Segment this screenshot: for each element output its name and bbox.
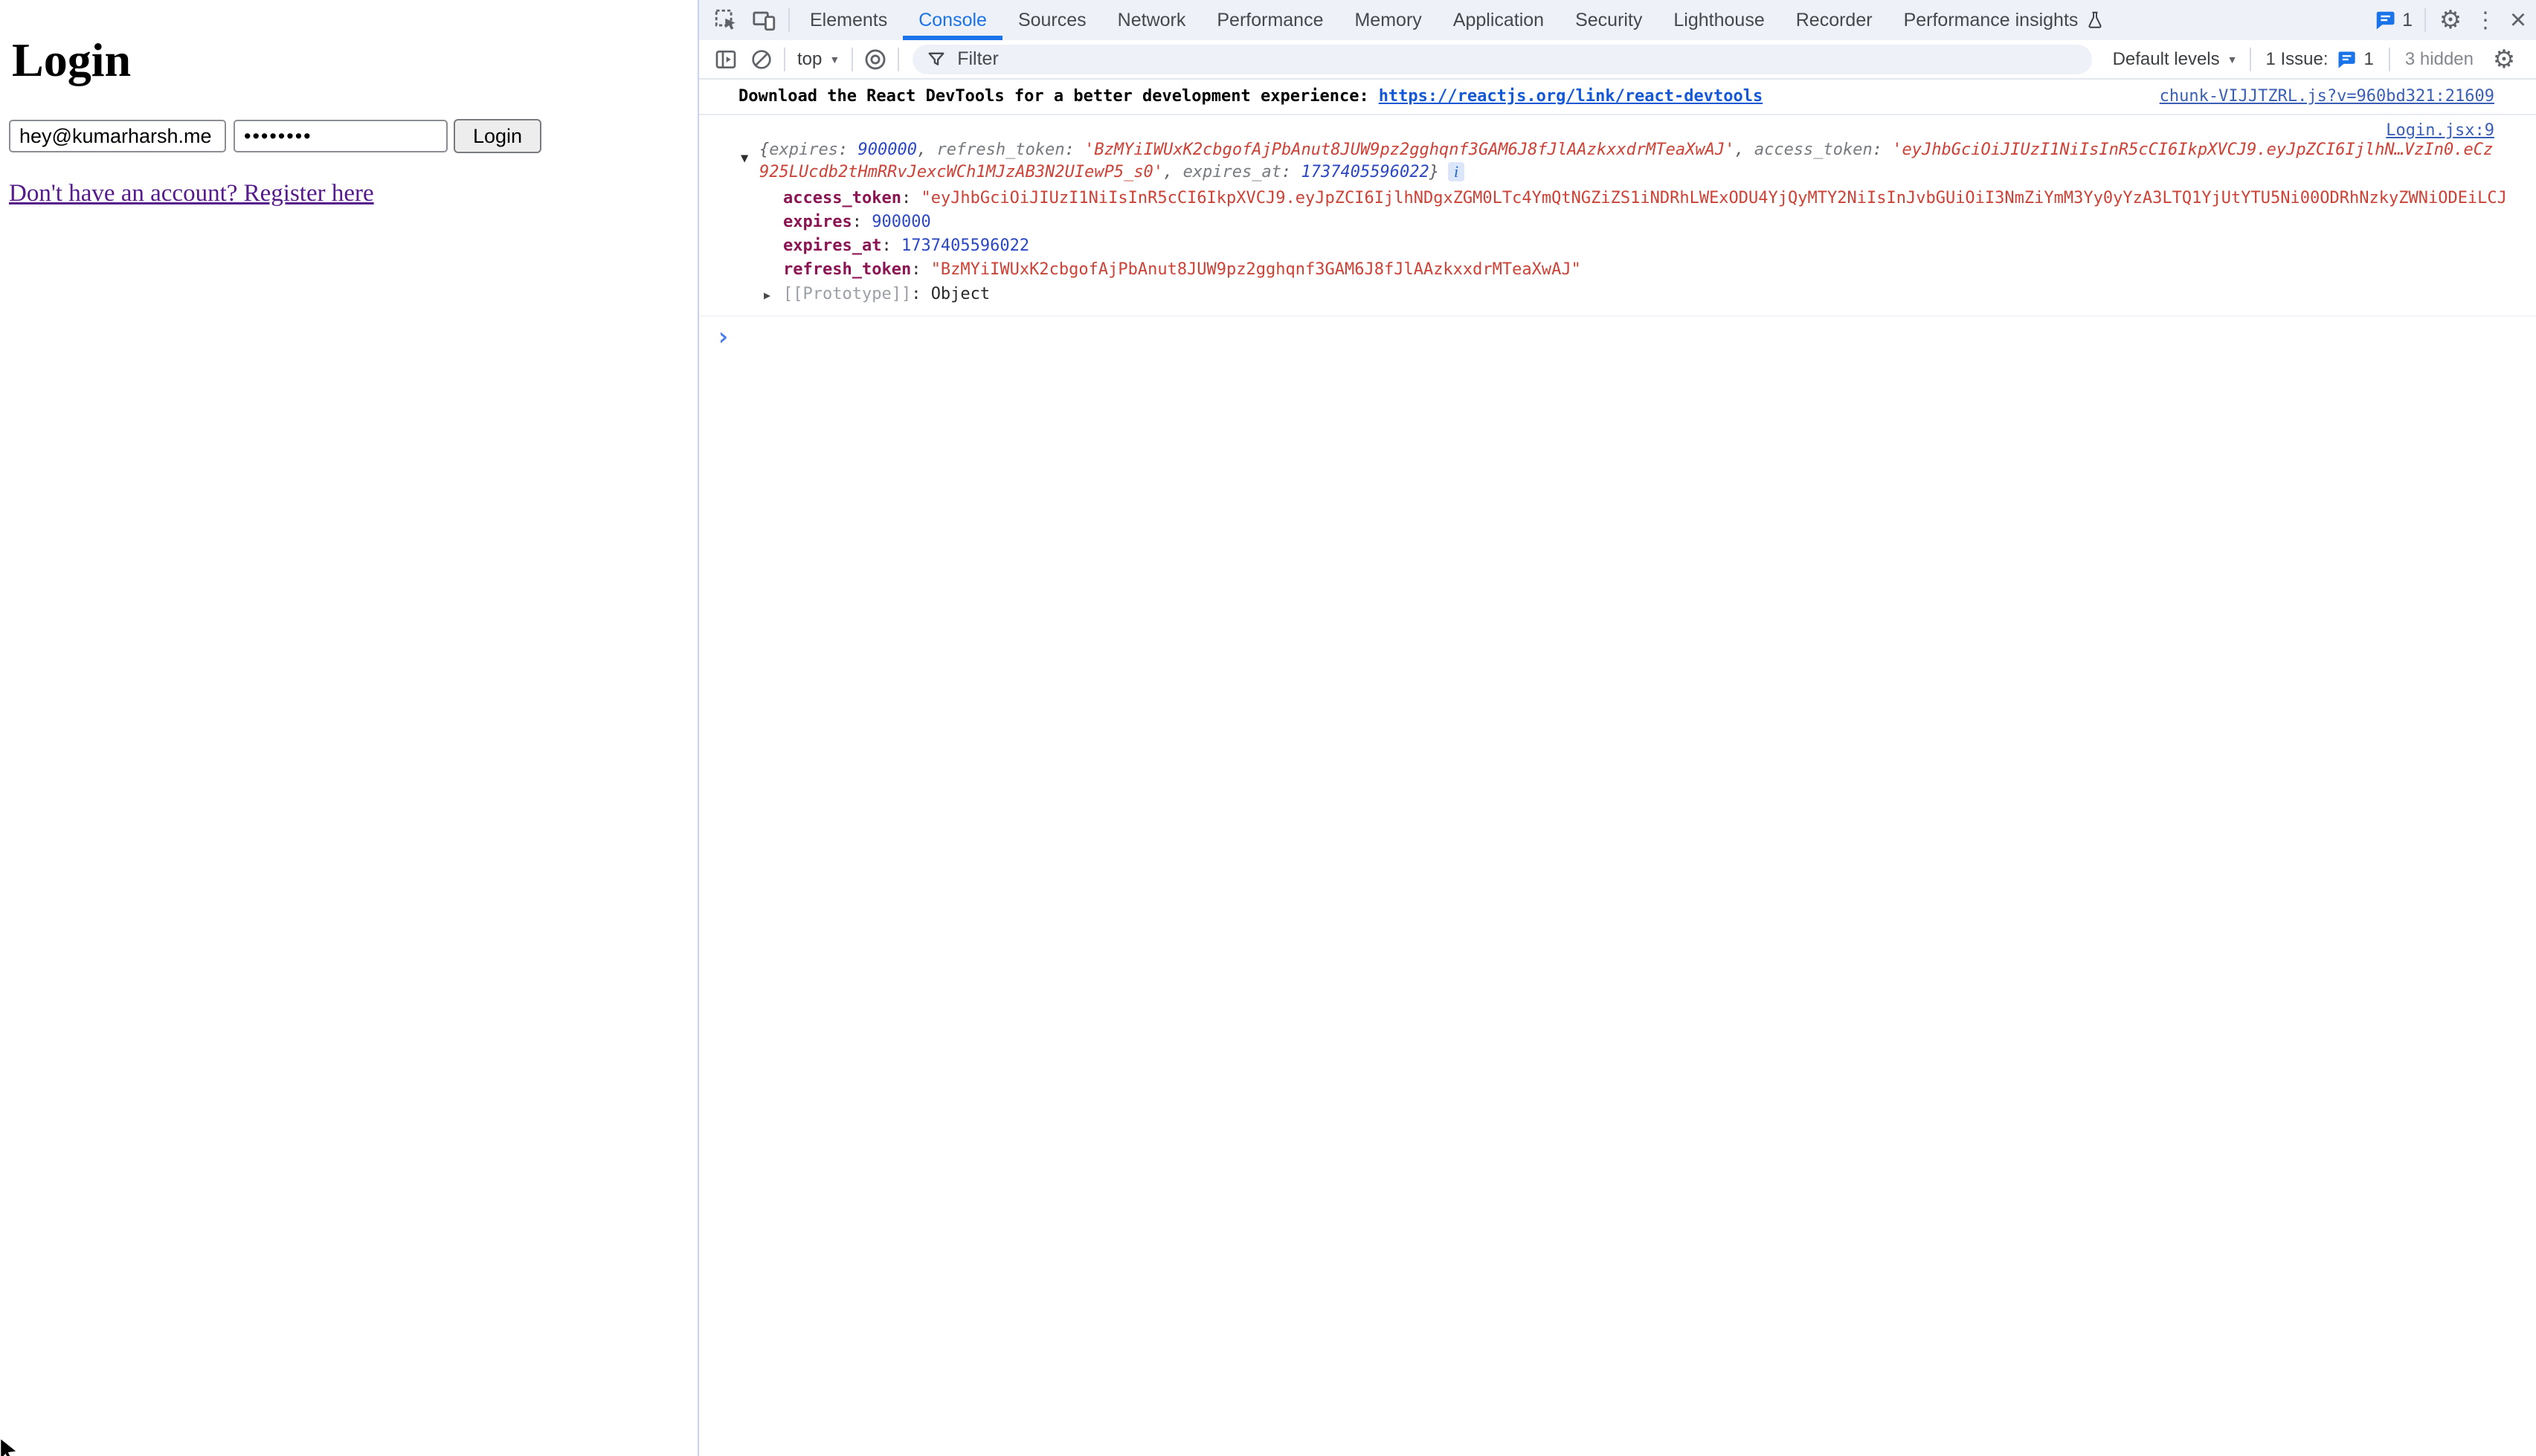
tab-performance[interactable]: Performance	[1201, 0, 1339, 40]
console-toolbar: top ▼ Filter	[699, 40, 2536, 80]
screen: Login Login Don't have an account? Regis…	[0, 0, 2536, 1456]
expand-caret-icon[interactable]: ▼	[741, 151, 748, 166]
sidebar-toggle-icon	[714, 48, 738, 71]
console-settings-button[interactable]: ⚙	[2484, 45, 2524, 74]
property-row: access_token: "eyJhbGciOiJIUzI1NiIsInR5c…	[759, 187, 2532, 210]
divider	[2424, 8, 2426, 32]
info-icon[interactable]: i	[1448, 162, 1464, 181]
divider	[784, 48, 785, 71]
react-devtools-message: Download the React DevTools for a better…	[738, 86, 1763, 107]
email-field[interactable]	[9, 120, 226, 152]
collapsed-caret-icon: ▶	[764, 283, 783, 308]
tab-security[interactable]: Security	[1560, 0, 1658, 40]
tab-lighthouse[interactable]: Lighthouse	[1658, 0, 1780, 40]
tab-performance-insights[interactable]: Performance insights	[1888, 0, 2121, 40]
source-link-chunk[interactable]: chunk-VIJJTZRL.js?v=960bd321:21609	[2160, 86, 2494, 107]
login-page: Login Login Don't have an account? Regis…	[0, 0, 698, 1456]
object-preview[interactable]: {expires: 900000, refresh_token: 'BzMYiI…	[759, 139, 2497, 184]
tab-console[interactable]: Console	[903, 0, 1003, 40]
filter-placeholder: Filter	[957, 48, 999, 70]
property-row: refresh_token: "BzMYiIWUxK2cbgofAjPbAnut…	[759, 258, 2532, 282]
tab-application[interactable]: Application	[1438, 0, 1560, 40]
prompt-chevron-icon: ›	[715, 322, 730, 352]
console-filter-input[interactable]: Filter	[913, 45, 2091, 74]
devtools-panel: Elements Console Sources Network Perform…	[698, 0, 2536, 1456]
issues-bubble-icon	[2336, 49, 2357, 70]
settings-button[interactable]: ⚙	[2430, 0, 2471, 40]
hidden-messages-label: 3 hidden	[2395, 49, 2484, 70]
register-link[interactable]: Don't have an account? Register here	[9, 180, 374, 207]
inspect-element-button[interactable]	[707, 0, 745, 40]
divider	[852, 48, 853, 71]
issues-badge-count: 1	[2402, 10, 2413, 31]
live-expression-button[interactable]	[857, 47, 893, 72]
react-devtools-link[interactable]: https://reactjs.org/link/react-devtools	[1379, 87, 1763, 106]
divider	[2389, 48, 2390, 71]
console-object-log-row: ▼ Login.jsx:9 {expires: 900000, refresh_…	[699, 115, 2536, 317]
object-properties: access_token: "eyJhbGciOiJIUzI1NiIsInR5c…	[759, 187, 2494, 308]
context-selector[interactable]: top ▼	[790, 49, 847, 70]
tab-sources[interactable]: Sources	[1003, 0, 1102, 40]
divider	[788, 8, 790, 32]
clear-console-icon	[750, 48, 773, 71]
experiment-flask-icon	[2085, 10, 2105, 30]
spacer	[2120, 0, 2366, 40]
more-options-button[interactable]: ⋮	[2471, 0, 2500, 40]
console-sidebar-toggle-button[interactable]	[708, 48, 744, 71]
page-title: Login	[12, 33, 698, 88]
chevron-down-icon: ▼	[829, 54, 840, 65]
password-field[interactable]	[234, 120, 448, 152]
close-icon: ×	[2510, 4, 2526, 36]
devtools-tabbar: Elements Console Sources Network Perform…	[699, 0, 2536, 40]
log-levels-selector[interactable]: Default levels ▼	[2105, 49, 2245, 70]
device-toolbar-icon	[752, 7, 777, 33]
register-row: Don't have an account? Register here	[9, 180, 698, 207]
filter-funnel-icon	[926, 49, 947, 70]
property-row: expires_at: 1737405596022	[759, 234, 2532, 258]
eye-icon	[863, 47, 888, 72]
property-row: expires: 900000	[759, 210, 2532, 234]
gear-icon: ⚙	[2439, 5, 2462, 35]
clear-console-button[interactable]	[744, 48, 779, 71]
divider	[2250, 48, 2251, 71]
login-form: Login	[9, 119, 698, 153]
issues-bubble-icon	[2374, 9, 2396, 31]
issues-badge[interactable]: 1	[2366, 0, 2420, 40]
console-messages: Download the React DevTools for a better…	[699, 80, 2536, 1456]
tab-memory[interactable]: Memory	[1339, 0, 1437, 40]
chevron-down-icon: ▼	[2227, 54, 2238, 65]
device-toolbar-button[interactable]	[745, 0, 784, 40]
console-message-row: Download the React DevTools for a better…	[699, 80, 2536, 115]
login-button[interactable]: Login	[454, 119, 541, 153]
tab-recorder[interactable]: Recorder	[1780, 0, 1888, 40]
gear-icon: ⚙	[2493, 45, 2515, 74]
issues-counter[interactable]: 1 Issue: 1	[2256, 49, 2384, 70]
console-prompt[interactable]: ›	[699, 317, 2536, 349]
inspect-cursor-icon	[713, 7, 738, 33]
mouse-cursor-icon	[0, 1437, 24, 1456]
tab-elements[interactable]: Elements	[794, 0, 903, 40]
prototype-row[interactable]: ▶[[Prototype]]: Object	[759, 282, 2494, 308]
divider	[898, 48, 899, 71]
source-link-login-jsx[interactable]: Login.jsx:9	[2386, 121, 2494, 140]
tab-network[interactable]: Network	[1102, 0, 1202, 40]
close-devtools-button[interactable]: ×	[2500, 0, 2536, 40]
kebab-menu-icon: ⋮	[2474, 7, 2497, 33]
